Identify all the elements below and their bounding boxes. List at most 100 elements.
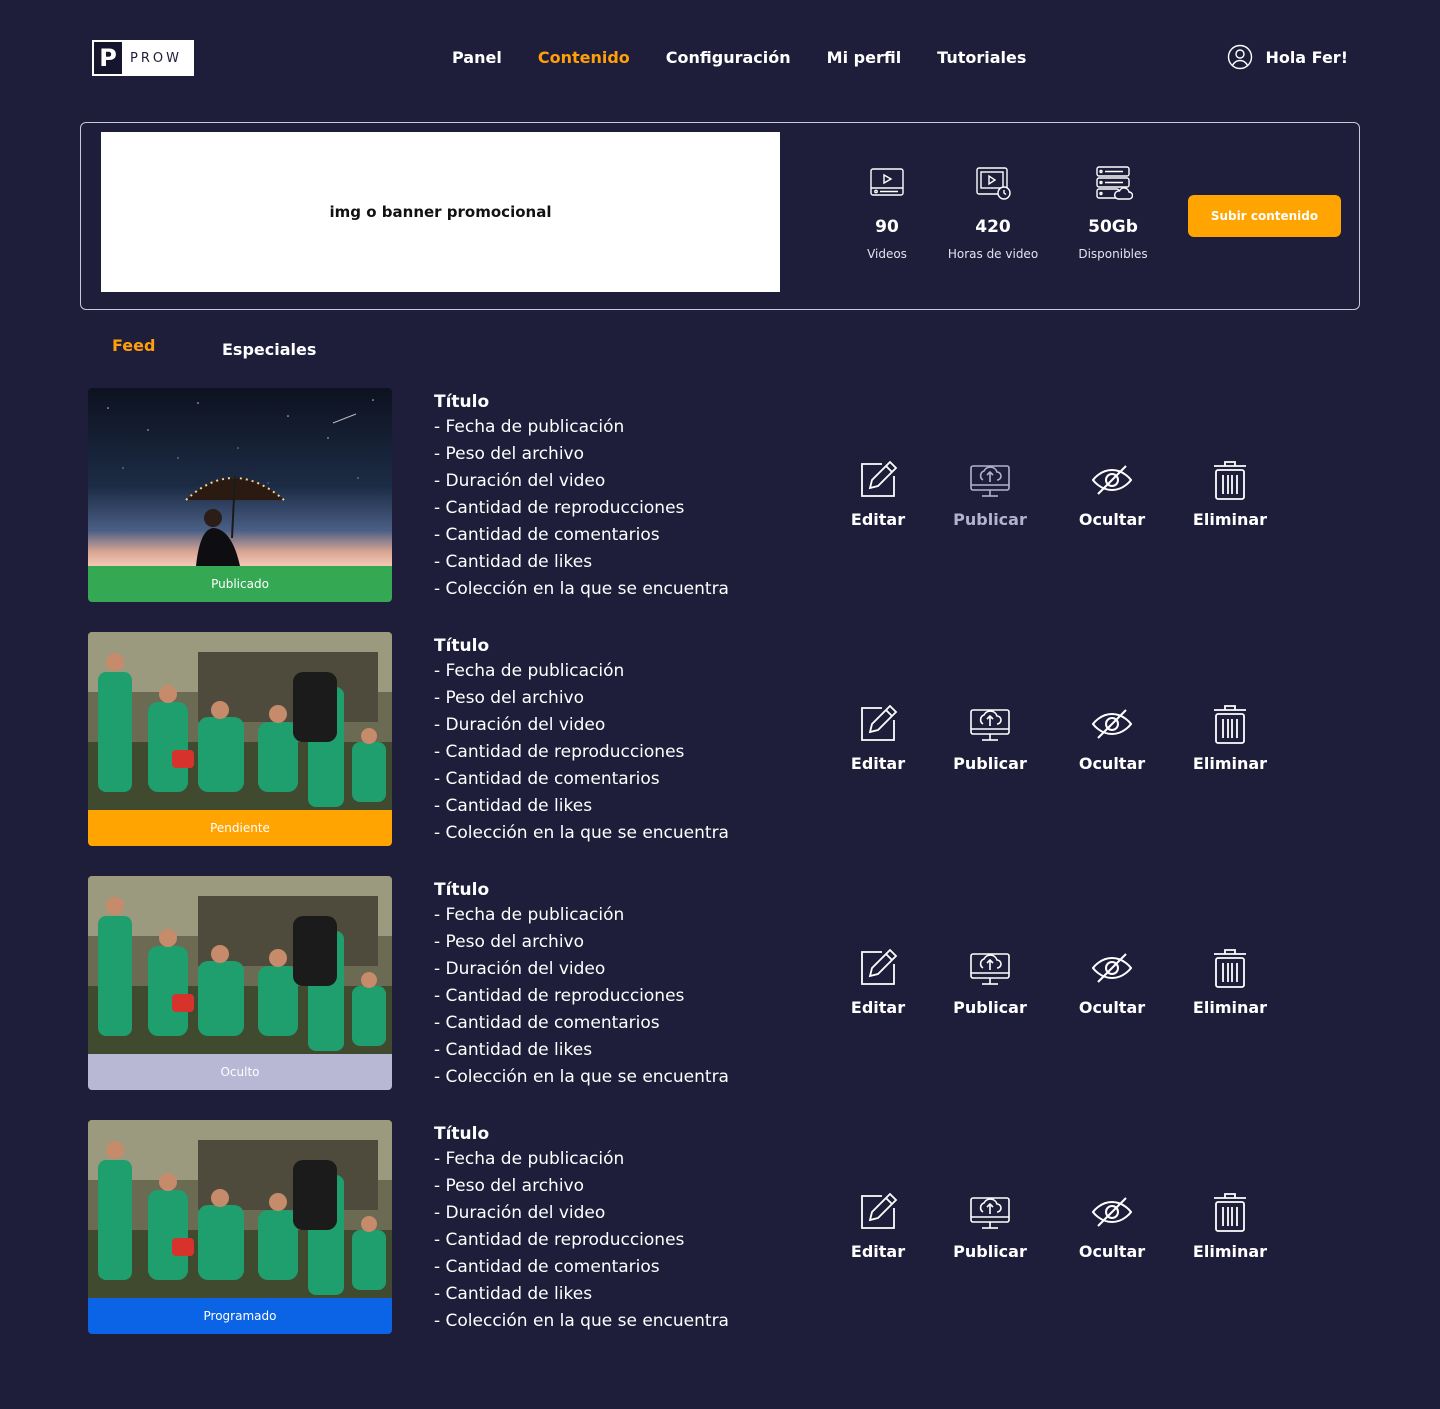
video-row: Publicado Título - Fecha de publicación …: [0, 388, 1440, 604]
trash-icon: [1214, 949, 1246, 988]
tab-especiales[interactable]: Especiales: [222, 340, 316, 359]
hide-label: Ocultar: [1078, 510, 1146, 529]
detail-duration: - Duración del video: [434, 959, 606, 979]
hide-button[interactable]: Ocultar: [1057, 1190, 1167, 1261]
promo-banner[interactable]: img o banner promocional: [101, 132, 780, 292]
publish-label: Publicar: [953, 510, 1027, 529]
video-details: Título - Fecha de publicación - Peso del…: [434, 390, 729, 603]
edit-button[interactable]: Editar: [823, 702, 933, 773]
detail-comments: - Cantidad de comentarios: [434, 1013, 660, 1033]
status-badge: Publicado: [88, 566, 392, 602]
video-row: Pendiente Título - Fecha de publicación …: [0, 632, 1440, 848]
detail-publish-date: - Fecha de publicación: [434, 417, 625, 437]
detail-collection: - Colección en la que se encuentra: [434, 579, 729, 599]
detail-duration: - Duración del video: [434, 715, 606, 735]
video-details: Título - Fecha de publicación - Peso del…: [434, 634, 729, 847]
detail-collection: - Colección en la que se encuentra: [434, 823, 729, 843]
detail-plays: - Cantidad de reproducciones: [434, 1230, 685, 1250]
video-clock-icon: [976, 167, 1011, 200]
edit-button[interactable]: Editar: [823, 1190, 933, 1261]
publish-button[interactable]: Publicar: [935, 946, 1045, 1017]
thumbnail-workers-image: [88, 632, 392, 810]
delete-label: Eliminar: [1192, 998, 1268, 1017]
video-thumbnail[interactable]: Publicado: [88, 388, 392, 602]
stat-videos: 90 Videos: [827, 163, 947, 261]
nav-item-mi-perfil[interactable]: Mi perfil: [827, 46, 902, 70]
hide-label: Ocultar: [1078, 1242, 1146, 1261]
trash-icon: [1214, 1193, 1246, 1232]
detail-comments: - Cantidad de comentarios: [434, 769, 660, 789]
main-nav: Panel Contenido Configuración Mi perfil …: [452, 46, 1026, 70]
video-thumbnail[interactable]: Oculto: [88, 876, 392, 1090]
eye-off-icon: [1091, 709, 1133, 739]
hide-button[interactable]: Ocultar: [1057, 946, 1167, 1017]
hide-label: Ocultar: [1078, 998, 1146, 1017]
nav-item-contenido[interactable]: Contenido: [538, 46, 630, 70]
video-title: Título: [434, 636, 490, 656]
edit-button[interactable]: Editar: [823, 458, 933, 529]
nav-item-panel[interactable]: Panel: [452, 46, 502, 70]
prow-logo[interactable]: P PROW: [92, 40, 194, 76]
delete-button[interactable]: Eliminar: [1175, 946, 1285, 1017]
detail-duration: - Duración del video: [434, 1203, 606, 1223]
detail-publish-date: - Fecha de publicación: [434, 661, 625, 681]
nav-item-configuracion[interactable]: Configuración: [666, 46, 791, 70]
publish-label: Publicar: [953, 998, 1027, 1017]
hide-label: Ocultar: [1078, 754, 1146, 773]
delete-button[interactable]: Eliminar: [1175, 458, 1285, 529]
detail-file-size: - Peso del archivo: [434, 932, 585, 952]
video-title: Título: [434, 1124, 490, 1144]
publish-button[interactable]: Publicar: [935, 1190, 1045, 1261]
user-avatar-icon: [1228, 44, 1253, 70]
stat-hours-label: Horas de video: [947, 247, 1039, 261]
video-thumbnail[interactable]: Pendiente: [88, 632, 392, 846]
edit-icon: [861, 948, 898, 985]
trash-icon: [1214, 461, 1246, 500]
video-details: Título - Fecha de publicación - Peso del…: [434, 878, 729, 1091]
stat-hours-value: 420: [975, 217, 1011, 237]
thumbnail-workers-image: [88, 876, 392, 1054]
upload-content-button[interactable]: Subir contenido: [1188, 195, 1341, 237]
logo-text: PROW: [130, 50, 182, 66]
eye-off-icon: [1091, 953, 1133, 983]
publish-monitor-icon: [970, 1197, 1010, 1229]
edit-icon: [861, 1192, 898, 1229]
edit-label: Editar: [850, 510, 906, 529]
detail-likes: - Cantidad de likes: [434, 1284, 593, 1304]
delete-button[interactable]: Eliminar: [1175, 1190, 1285, 1261]
detail-comments: - Cantidad de comentarios: [434, 525, 660, 545]
detail-file-size: - Peso del archivo: [434, 444, 585, 464]
status-badge: Programado: [88, 1298, 392, 1334]
banner-placeholder-text: img o banner promocional: [329, 203, 552, 221]
video-title: Título: [434, 392, 490, 412]
video-title: Título: [434, 880, 490, 900]
nav-item-tutoriales[interactable]: Tutoriales: [937, 46, 1026, 70]
edit-button[interactable]: Editar: [823, 946, 933, 1017]
status-badge: Oculto: [88, 1054, 392, 1090]
stat-videos-value: 90: [875, 217, 899, 237]
delete-button[interactable]: Eliminar: [1175, 702, 1285, 773]
detail-plays: - Cantidad de reproducciones: [434, 498, 685, 518]
thumbnail-night-umbrella-image: [88, 388, 392, 566]
edit-label: Editar: [850, 754, 906, 773]
tab-feed[interactable]: Feed: [112, 336, 155, 355]
publish-label: Publicar: [953, 1242, 1027, 1261]
publish-monitor-icon: [970, 709, 1010, 741]
detail-publish-date: - Fecha de publicación: [434, 905, 625, 925]
hide-button[interactable]: Ocultar: [1057, 702, 1167, 773]
stat-storage-value: 50Gb: [1088, 217, 1138, 237]
user-menu[interactable]: Hola Fer!: [1227, 44, 1348, 70]
detail-collection: - Colección en la que se encuentra: [434, 1067, 729, 1087]
publish-button[interactable]: Publicar: [935, 702, 1045, 773]
stat-videos-label: Videos: [867, 247, 907, 261]
detail-comments: - Cantidad de comentarios: [434, 1257, 660, 1277]
video-thumbnail[interactable]: Programado: [88, 1120, 392, 1334]
publish-monitor-icon: [970, 953, 1010, 985]
publish-button[interactable]: Publicar: [935, 458, 1045, 529]
hide-button[interactable]: Ocultar: [1057, 458, 1167, 529]
trash-icon: [1214, 705, 1246, 744]
detail-likes: - Cantidad de likes: [434, 552, 593, 572]
delete-label: Eliminar: [1192, 1242, 1268, 1261]
detail-plays: - Cantidad de reproducciones: [434, 986, 685, 1006]
detail-collection: - Colección en la que se encuentra: [434, 1311, 729, 1331]
